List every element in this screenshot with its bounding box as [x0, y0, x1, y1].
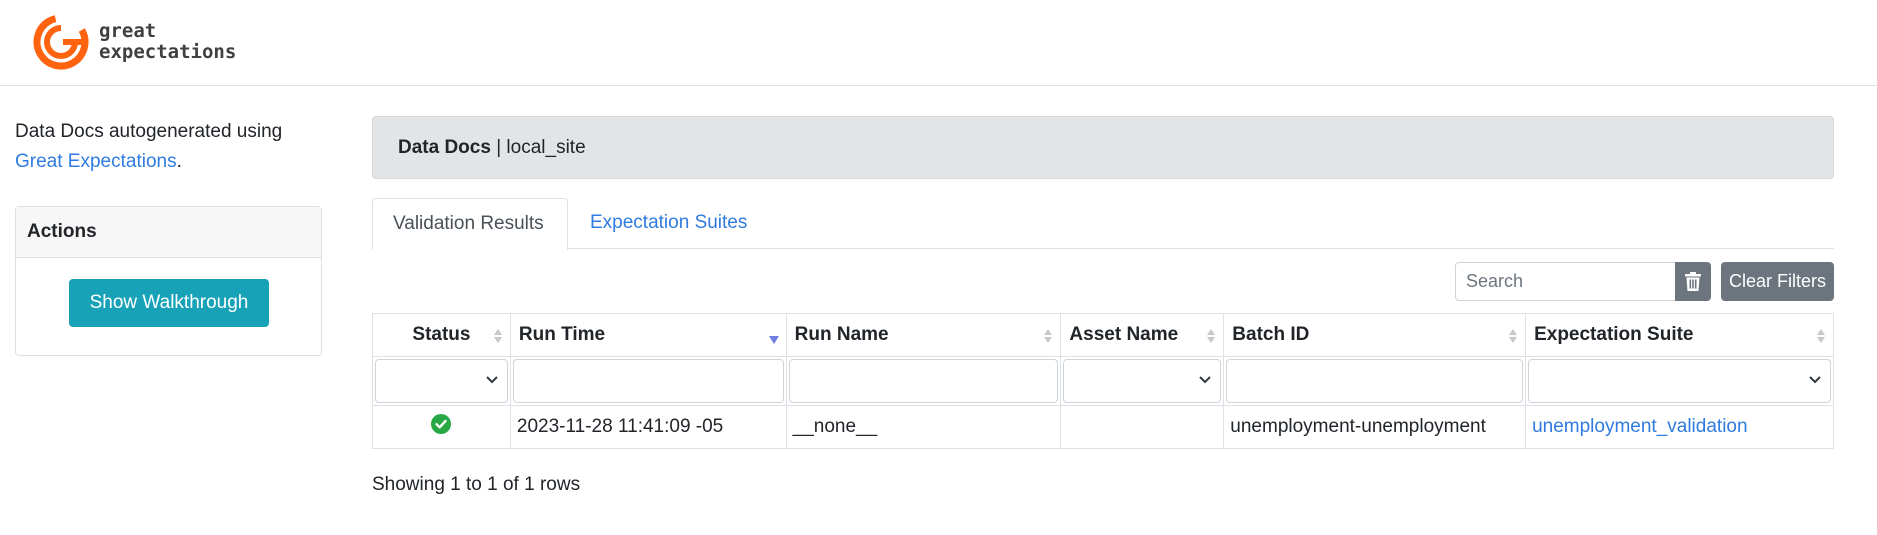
pagination-summary: Showing 1 to 1 of 1 rows — [372, 474, 581, 495]
breadcrumb: Data Docs | local_site — [372, 116, 1834, 179]
filter-cell-expectation-suite — [1525, 356, 1834, 406]
tab-expectation-suites[interactable]: Expectation Suites — [570, 198, 767, 249]
filter-cell-batch-id — [1223, 356, 1527, 406]
filter-cell-status — [372, 356, 511, 406]
expectation-suite-filter-select[interactable] — [1528, 359, 1831, 403]
success-check-icon — [431, 414, 452, 434]
asset-name-cell — [1060, 405, 1225, 449]
run-time-cell: 2023-11-28 11:41:09 -05 — [509, 405, 787, 449]
logo-line-1: great — [99, 20, 157, 42]
column-label: Status — [412, 324, 471, 345]
top-navbar: great expectations — [0, 0, 1877, 86]
sort-icon — [1817, 329, 1825, 343]
actions-card: Actions Show Walkthrough — [15, 206, 322, 356]
great-expectations-link[interactable]: Great Expectations — [15, 151, 177, 172]
filter-cell-run-time — [509, 356, 787, 406]
header-row: Status Run Time Run Name Asset Name Batc… — [372, 313, 1834, 357]
breadcrumb-separator: | — [490, 137, 507, 158]
sort-icon — [1509, 329, 1518, 343]
show-walkthrough-button[interactable]: Show Walkthrough — [69, 279, 269, 327]
intro-text: Data Docs autogenerated using — [15, 121, 283, 142]
column-label: Run Time — [518, 324, 606, 345]
column-header-expectation-suite[interactable]: Expectation Suite — [1525, 313, 1834, 357]
trash-icon — [1685, 272, 1701, 291]
column-label: Asset Name — [1069, 324, 1179, 345]
column-header-status[interactable]: Status — [372, 313, 511, 357]
batch-id-cell: unemployment-unemployment — [1223, 405, 1527, 449]
actions-title: Actions — [16, 207, 321, 258]
run-name-filter-input[interactable] — [788, 359, 1059, 403]
logo-line-2: expectations — [99, 41, 237, 63]
sort-icon — [493, 329, 502, 343]
clear-filters-button[interactable]: Clear Filters — [1721, 262, 1834, 301]
brand-logo[interactable]: great expectations — [33, 14, 236, 70]
column-header-batch-id[interactable]: Batch ID — [1223, 313, 1527, 357]
column-header-run-name[interactable]: Run Name — [785, 313, 1062, 357]
sort-icon — [1044, 329, 1053, 343]
status-cell — [372, 405, 511, 449]
expectation-suite-cell: unemployment_validation — [1525, 405, 1834, 449]
chevron-down-icon — [1199, 376, 1212, 384]
breadcrumb-site: local_site — [506, 137, 586, 158]
column-label: Expectation Suite — [1534, 324, 1694, 345]
logo-wordmark: great expectations — [99, 21, 236, 63]
filter-cell-asset-name — [1060, 356, 1225, 406]
column-header-run-time[interactable]: Run Time — [509, 313, 787, 357]
search-input[interactable] — [1455, 262, 1676, 301]
validation-results-table: Status Run Time Run Name Asset Name Batc… — [372, 313, 1834, 449]
sort-icon — [1207, 329, 1216, 343]
column-label: Batch ID — [1232, 324, 1310, 345]
results-tabs: Validation Results Expectation Suites — [372, 198, 1834, 250]
intro-period: . — [176, 151, 182, 172]
chevron-down-icon — [486, 376, 498, 384]
run-name-cell: __none__ — [785, 405, 1062, 449]
status-filter-select[interactable] — [375, 359, 508, 403]
filter-cell-run-name — [785, 356, 1062, 406]
table-row[interactable]: 2023-11-28 11:41:09 -05 __none__ unemplo… — [372, 405, 1834, 449]
asset-name-filter-select[interactable] — [1063, 359, 1222, 403]
great-expectations-logo-icon — [33, 14, 89, 70]
filter-row — [372, 356, 1834, 406]
clear-search-button[interactable] — [1675, 262, 1711, 301]
column-label: Run Name — [794, 324, 889, 345]
batch-id-filter-input[interactable] — [1226, 359, 1524, 403]
expectation-suite-link[interactable]: unemployment_validation — [1532, 416, 1747, 437]
breadcrumb-title: Data Docs — [398, 137, 491, 158]
column-header-asset-name[interactable]: Asset Name — [1060, 313, 1225, 357]
sort-descending-icon — [768, 336, 779, 344]
tab-validation-results[interactable]: Validation Results — [372, 198, 568, 250]
sidebar-intro: Data Docs autogenerated using Great Expe… — [15, 117, 335, 177]
chevron-down-icon — [1809, 376, 1821, 384]
run-time-filter-input[interactable] — [512, 359, 784, 403]
